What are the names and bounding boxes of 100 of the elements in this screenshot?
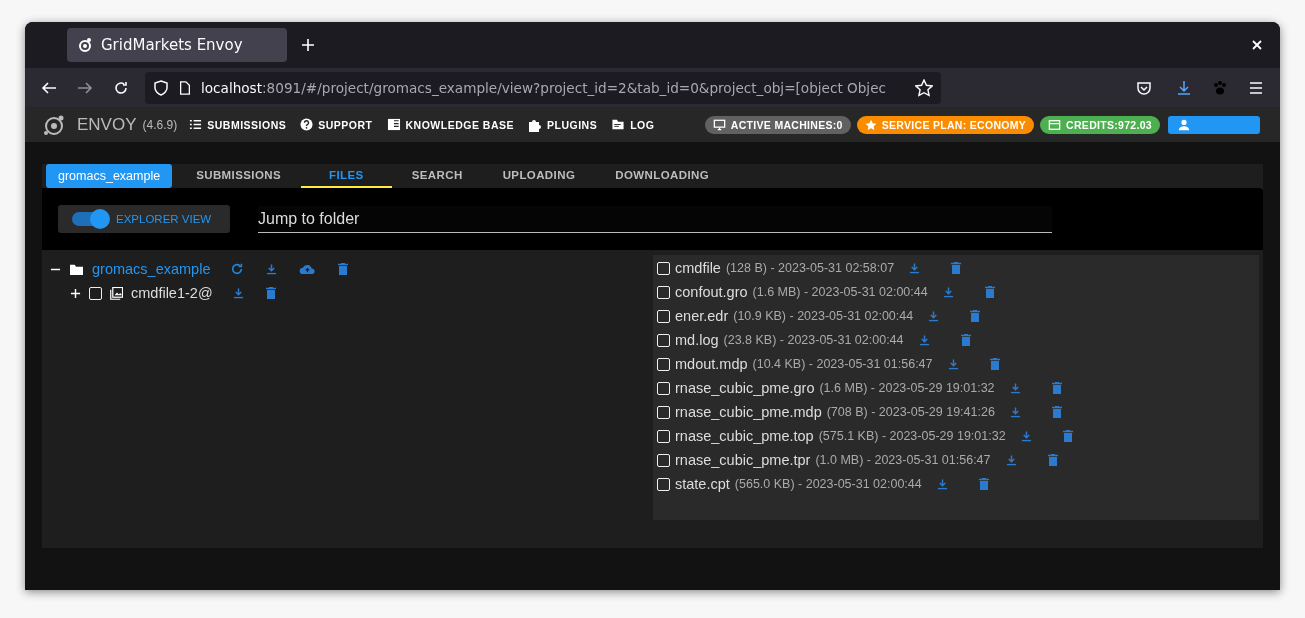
star-icon[interactable]: [915, 78, 933, 97]
explorer-view-toggle[interactable]: EXPLORER VIEW: [58, 205, 230, 233]
file-details: (1.6 MB) - 2023-05-31 02:00:44: [752, 285, 928, 299]
address-bar[interactable]: localhost:8091/#/project/gromacs_example/view?project_id=2&tab_id=0&project_obj=[object Objec: [145, 71, 941, 104]
tab-title: GridMarkets Envoy: [101, 36, 243, 54]
file-details: (1.0 MB) - 2023-05-31 01:56:47: [815, 453, 991, 467]
logo-icon: [77, 37, 93, 53]
trash-icon[interactable]: [1062, 430, 1073, 442]
list-icon: [189, 118, 203, 131]
shield-icon: [153, 79, 169, 96]
jump-to-folder-field[interactable]: Jump to folder: [258, 205, 1052, 233]
nav-link[interactable]: SUPPORT: [300, 118, 373, 131]
user-button[interactable]: [1168, 115, 1260, 134]
expand-icon[interactable]: [70, 287, 81, 299]
new-tab-icon[interactable]: [301, 38, 315, 52]
checkbox[interactable]: [657, 477, 670, 491]
trash-icon[interactable]: [338, 263, 349, 275]
file-name[interactable]: md.log: [675, 332, 719, 348]
trash-icon[interactable]: [989, 358, 1000, 370]
reload-icon[interactable]: [113, 79, 129, 96]
checkbox[interactable]: [89, 286, 102, 300]
file-name[interactable]: rnase_cubic_pme.mdp: [675, 404, 822, 420]
folder-icon: [611, 118, 626, 131]
url-text: localhost:8091/#/project/gromacs_example/view?project_id=2&tab_id=0&project_obj=[object Objec: [201, 79, 887, 96]
trash-icon[interactable]: [951, 262, 962, 274]
checkbox[interactable]: [657, 285, 670, 299]
menu-icon[interactable]: [1248, 79, 1264, 96]
checkbox[interactable]: [657, 453, 670, 467]
trash-icon[interactable]: [265, 287, 276, 299]
browser-tab[interactable]: GridMarkets Envoy: [67, 28, 287, 62]
badge-label: CREDITS:972.03: [1066, 118, 1152, 131]
trash-icon[interactable]: [960, 334, 971, 346]
help-icon: [300, 118, 314, 131]
download-icon[interactable]: [928, 310, 940, 322]
badge-label: SERVICE PLAN: ECONOMY: [881, 118, 1027, 131]
download-icon[interactable]: [1020, 430, 1032, 442]
refresh-icon[interactable]: [230, 262, 245, 276]
section-tab[interactable]: SUBMISSIONS: [176, 164, 302, 188]
download-icon[interactable]: [1005, 454, 1017, 466]
download-icon[interactable]: [936, 478, 948, 490]
trash-icon[interactable]: [978, 478, 989, 490]
download-icon[interactable]: [947, 358, 959, 370]
file-name[interactable]: state.cpt: [675, 476, 730, 492]
checkbox[interactable]: [657, 357, 670, 371]
pocket-icon[interactable]: [1136, 79, 1152, 96]
nav-link[interactable]: SUBMISSIONS: [189, 118, 287, 131]
file-name[interactable]: rnase_cubic_pme.tpr: [675, 452, 811, 468]
file-details: (23.8 KB) - 2023-05-31 02:00:44: [723, 333, 904, 347]
page-icon: [178, 79, 192, 96]
file-details: (1.6 MB) - 2023-05-29 19:01:32: [819, 381, 995, 395]
checkbox[interactable]: [657, 333, 670, 347]
file-name[interactable]: ener.edr: [675, 308, 729, 324]
star-icon: [864, 118, 877, 131]
trash-icon[interactable]: [1047, 454, 1058, 466]
monitor-icon: [712, 118, 726, 131]
nav-link[interactable]: LOG: [611, 118, 655, 131]
checkbox[interactable]: [657, 261, 670, 275]
file-name[interactable]: rnase_cubic_pme.top: [675, 428, 814, 444]
trash-icon[interactable]: [984, 286, 995, 298]
download-icon[interactable]: [232, 287, 244, 299]
download-icon[interactable]: [1009, 382, 1021, 394]
checkbox[interactable]: [657, 381, 670, 395]
download-icon[interactable]: [942, 286, 954, 298]
checkbox[interactable]: [657, 309, 670, 323]
download-icon[interactable]: [918, 334, 930, 346]
trash-icon[interactable]: [970, 310, 981, 322]
user-icon: [1178, 118, 1190, 131]
nav-link[interactable]: KNOWLEDGE BASE: [386, 118, 514, 131]
tree-item[interactable]: cmdfile1-2@: [131, 285, 213, 301]
trash-icon[interactable]: [1051, 382, 1062, 394]
file-details: (565.0 KB) - 2023-05-31 02:00:44: [734, 477, 922, 491]
badge-label: ACTIVE MACHINES:0: [730, 118, 843, 131]
file-name[interactable]: rnase_cubic_pme.gro: [675, 380, 815, 396]
file-name[interactable]: cmdfile: [675, 260, 721, 276]
file-details: (575.1 KB) - 2023-05-29 19:01:32: [818, 429, 1006, 443]
file-details: (128 B) - 2023-05-31 02:58:07: [725, 261, 895, 275]
download-icon[interactable]: [909, 262, 921, 274]
forward-icon[interactable]: [77, 79, 93, 96]
close-icon[interactable]: [1252, 40, 1262, 50]
download-icon[interactable]: [266, 263, 278, 275]
image-icon: [110, 286, 123, 300]
section-tab[interactable]: UPLOADING: [482, 164, 596, 188]
nav-link[interactable]: PLUGINS: [528, 117, 598, 132]
file-name[interactable]: confout.gro: [675, 284, 748, 300]
file-details: (708 B) - 2023-05-29 19:41:26: [826, 405, 995, 419]
tree-item[interactable]: gromacs_example: [92, 261, 211, 277]
version-text: (4.6.9): [142, 117, 178, 132]
download-icon[interactable]: [1176, 79, 1192, 96]
section-tab[interactable]: SEARCH: [391, 164, 483, 188]
checkbox[interactable]: [657, 405, 670, 419]
brand-name: ENVOY: [77, 114, 137, 135]
puzzle-icon: [528, 117, 542, 132]
section-tab[interactable]: DOWNLOADING: [595, 164, 730, 188]
cloud-upload-icon[interactable]: [299, 263, 317, 275]
folder-icon: [69, 262, 84, 276]
back-icon[interactable]: [41, 79, 57, 96]
trash-icon[interactable]: [1051, 406, 1062, 418]
download-icon[interactable]: [1009, 406, 1021, 418]
checkbox[interactable]: [657, 429, 670, 443]
file-name[interactable]: mdout.mdp: [675, 356, 748, 372]
